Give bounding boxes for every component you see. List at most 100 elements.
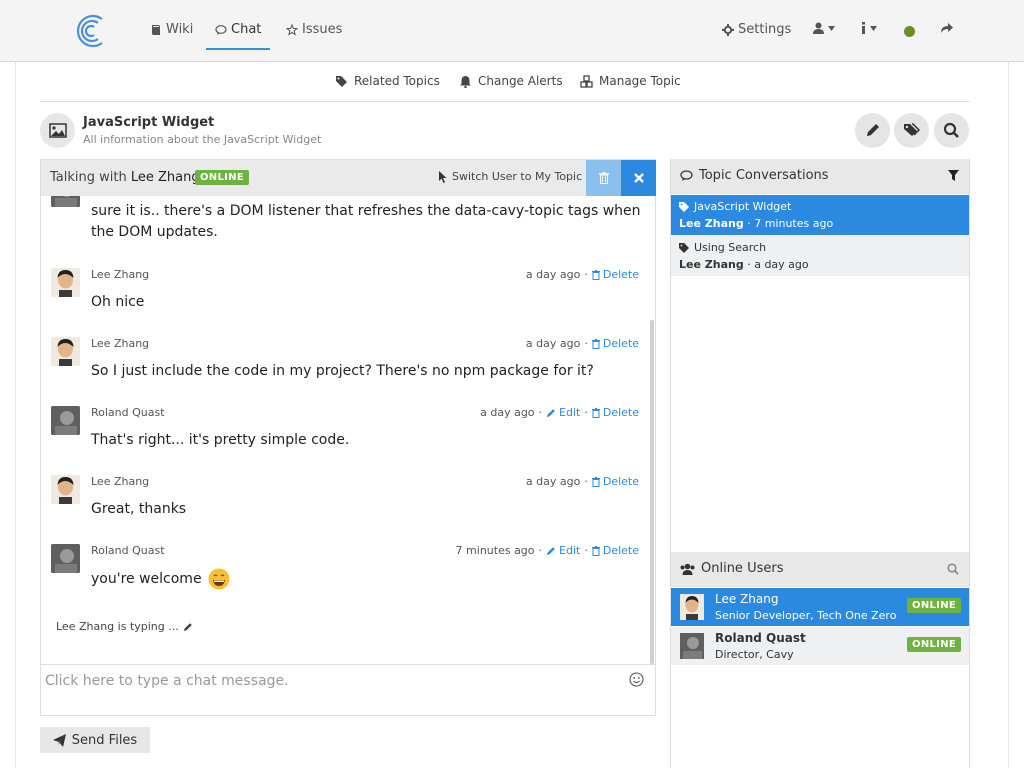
online-user-item[interactable]: Lee Zhang Senior Developer, Tech One Zer…	[671, 588, 969, 626]
edit-topic-button[interactable]	[855, 113, 890, 148]
topic-image[interactable]	[40, 113, 75, 148]
avatar	[680, 633, 704, 659]
comments-icon	[680, 169, 693, 181]
status-badge: ONLINE	[907, 637, 961, 652]
bell-icon	[460, 75, 471, 88]
change-alerts-link[interactable]: Change Alerts	[459, 74, 563, 88]
info-icon	[862, 22, 865, 34]
typing-text: Lee Zhang is typing ...	[56, 620, 179, 633]
delete-message-button[interactable]: Delete	[591, 544, 639, 557]
message-time: 7 minutes ago	[455, 544, 535, 557]
nav-chat-label: Chat	[231, 22, 262, 37]
side-panel: Topic Conversations JavaScript Widget Le…	[670, 159, 970, 768]
pointer-icon	[439, 170, 447, 183]
cavy-logo[interactable]	[72, 12, 108, 50]
topic-conversations-label: Topic Conversations	[699, 168, 829, 183]
users-icon	[680, 563, 695, 575]
related-topics-link[interactable]: Related Topics	[335, 74, 440, 88]
tag-icon	[679, 201, 689, 212]
avatar	[51, 475, 80, 504]
message-list[interactable]: sure it is.. there's a DOM listener that…	[41, 196, 649, 664]
pencil-icon	[547, 408, 555, 417]
chat-panel: Talking with Lee Zhang ONLINE Switch Use…	[40, 159, 656, 716]
online-user-item[interactable]: Roland Quast Director, Cavy ONLINE	[671, 627, 969, 665]
edit-message-button[interactable]: Edit	[546, 406, 580, 419]
conversation-title: Using Search	[679, 241, 766, 254]
message-text: Great, thanks	[91, 501, 187, 517]
grin-emoji-icon	[208, 568, 230, 590]
search-icon[interactable]	[947, 563, 959, 575]
top-navbar: Wiki Chat Issues Settings	[0, 0, 1024, 62]
info-menu[interactable]	[861, 22, 877, 34]
avatar	[680, 594, 704, 620]
trash-icon	[591, 476, 600, 487]
delete-label: Delete	[602, 337, 639, 350]
manage-topic-link[interactable]: Manage Topic	[580, 74, 681, 88]
conversation-time: 7 minutes ago	[754, 217, 834, 230]
filter-icon[interactable]	[948, 170, 959, 181]
user-icon	[813, 22, 824, 34]
smile-icon[interactable]	[629, 672, 644, 687]
conversation-meta: Lee Zhang · 7 minutes ago	[679, 217, 834, 230]
avatar	[51, 406, 80, 435]
message-text: So I just include the code in my project…	[91, 363, 594, 379]
user-role: Director, Cavy	[715, 648, 794, 661]
message-body: you're welcome	[91, 568, 649, 590]
trash-icon	[591, 338, 600, 349]
message-scrollbar[interactable]	[650, 320, 654, 664]
talking-prefix: Talking with	[50, 170, 127, 185]
message-text: sure it is.. there's a DOM listener that…	[91, 203, 641, 240]
conversation-title-text: Using Search	[694, 241, 767, 254]
trash-icon	[598, 172, 609, 184]
share-button[interactable]	[940, 22, 953, 34]
switch-user-button[interactable]: Switch User to My Topic	[438, 170, 582, 183]
nav-issues[interactable]: Issues	[286, 22, 342, 37]
send-files-label: Send Files	[71, 732, 138, 748]
message-author: Lee Zhang	[91, 337, 150, 350]
user-role: Senior Developer, Tech One Zero	[715, 609, 897, 622]
avatar	[51, 544, 80, 573]
edit-message-button[interactable]: Edit	[546, 544, 580, 557]
related-topics-label: Related Topics	[354, 74, 440, 88]
manage-topic-label: Manage Topic	[599, 74, 681, 88]
delete-message-button[interactable]: Delete	[591, 406, 639, 419]
tags-icon	[904, 123, 920, 136]
nav-wiki[interactable]: Wiki	[150, 22, 193, 37]
caret-down-icon	[870, 25, 877, 31]
share-icon	[941, 23, 953, 33]
clear-chat-button[interactable]	[586, 160, 621, 196]
message-meta: a day ago · Delete	[525, 337, 639, 350]
close-chat-button[interactable]	[621, 160, 656, 196]
conversation-item[interactable]: Using Search Lee Zhang · a day ago	[671, 236, 969, 276]
delete-message-button[interactable]: Delete	[591, 475, 639, 488]
nav-active-indicator	[206, 48, 270, 50]
online-users-header: Online Users	[671, 552, 969, 587]
star-icon	[286, 23, 298, 36]
tag-icon	[679, 242, 689, 253]
status-indicator[interactable]	[904, 26, 915, 37]
caret-down-icon	[828, 25, 835, 31]
settings-menu[interactable]: Settings	[722, 22, 791, 37]
avatar	[51, 268, 80, 297]
chat-header: Talking with Lee Zhang ONLINE Switch Use…	[41, 160, 656, 196]
chat-message-input[interactable]	[45, 673, 615, 689]
delete-label: Delete	[602, 268, 639, 281]
gear-icon	[722, 23, 734, 36]
message-text: That's right... it's pretty simple code.	[91, 432, 350, 448]
topic-subnav: Related Topics Change Alerts Manage Topi…	[40, 62, 970, 102]
conversation-item[interactable]: JavaScript Widget Lee Zhang · 7 minutes …	[671, 195, 969, 235]
talking-with: Talking with Lee Zhang	[50, 170, 200, 185]
nav-chat[interactable]: Chat	[215, 22, 261, 37]
message-time: a day ago	[525, 268, 581, 281]
topic-conversations-title: Topic Conversations	[680, 168, 829, 183]
trash-icon	[591, 269, 600, 280]
tags-button[interactable]	[894, 113, 929, 148]
delete-label: Delete	[602, 475, 639, 488]
search-topic-button[interactable]	[934, 113, 969, 148]
delete-message-button[interactable]: Delete	[591, 268, 639, 281]
paper-plane-icon	[52, 733, 66, 747]
message-time: a day ago	[480, 406, 535, 419]
delete-message-button[interactable]: Delete	[591, 337, 639, 350]
user-menu[interactable]	[813, 22, 835, 34]
send-files-button[interactable]: Send Files	[40, 727, 150, 753]
